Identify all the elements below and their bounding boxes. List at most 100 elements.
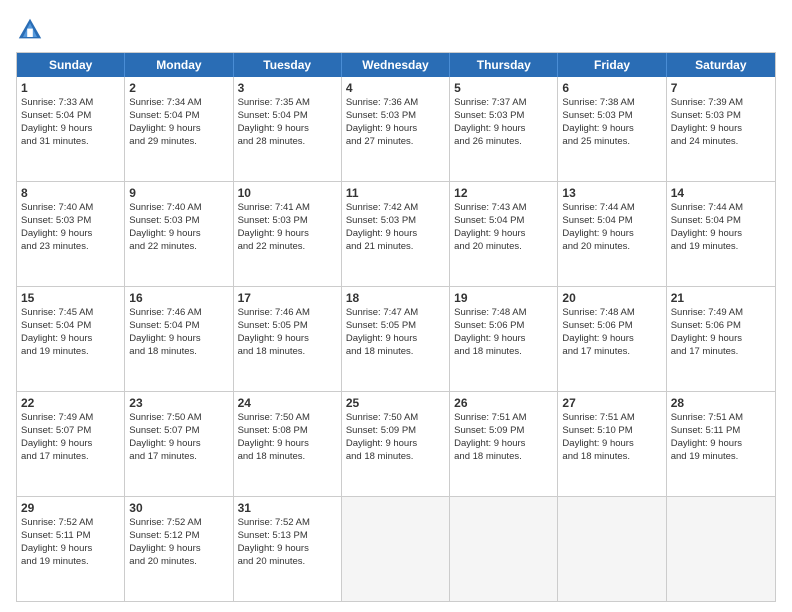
day-cell-20: 20Sunrise: 7:48 AMSunset: 5:06 PMDayligh… [558,287,666,391]
day-info-line: Sunrise: 7:44 AM [562,202,661,215]
day-info-line: Sunrise: 7:34 AM [129,97,228,110]
day-info-line: Sunset: 5:03 PM [562,110,661,123]
day-info-line: and 20 minutes. [454,241,553,254]
day-number: 9 [129,185,228,201]
day-cell-3: 3Sunrise: 7:35 AMSunset: 5:04 PMDaylight… [234,77,342,181]
day-number: 30 [129,500,228,516]
day-info-line: and 31 minutes. [21,136,120,149]
day-cell-23: 23Sunrise: 7:50 AMSunset: 5:07 PMDayligh… [125,392,233,496]
day-info-line: and 17 minutes. [562,346,661,359]
day-info-line: and 24 minutes. [671,136,771,149]
header-day-tuesday: Tuesday [234,53,342,77]
day-info-line: and 18 minutes. [238,346,337,359]
day-info-line: and 17 minutes. [21,451,120,464]
day-info-line: and 19 minutes. [21,556,120,569]
day-info-line: Sunrise: 7:45 AM [21,307,120,320]
day-info-line: Sunrise: 7:36 AM [346,97,445,110]
empty-cell [558,497,666,601]
day-info-line: Sunset: 5:07 PM [129,425,228,438]
day-number: 28 [671,395,771,411]
day-info-line: Sunrise: 7:50 AM [346,412,445,425]
day-info-line: Sunrise: 7:49 AM [671,307,771,320]
day-info-line: Daylight: 9 hours [129,123,228,136]
day-info-line: Sunrise: 7:40 AM [21,202,120,215]
day-number: 17 [238,290,337,306]
day-info-line: and 18 minutes. [346,346,445,359]
day-info-line: Daylight: 9 hours [238,333,337,346]
day-info-line: and 22 minutes. [238,241,337,254]
day-cell-6: 6Sunrise: 7:38 AMSunset: 5:03 PMDaylight… [558,77,666,181]
day-number: 19 [454,290,553,306]
day-info-line: Daylight: 9 hours [21,543,120,556]
day-info-line: Sunset: 5:11 PM [21,530,120,543]
header-day-friday: Friday [558,53,666,77]
day-cell-28: 28Sunrise: 7:51 AMSunset: 5:11 PMDayligh… [667,392,775,496]
page: SundayMondayTuesdayWednesdayThursdayFrid… [0,0,792,612]
day-cell-15: 15Sunrise: 7:45 AMSunset: 5:04 PMDayligh… [17,287,125,391]
day-info-line: and 18 minutes. [454,451,553,464]
day-cell-14: 14Sunrise: 7:44 AMSunset: 5:04 PMDayligh… [667,182,775,286]
day-cell-22: 22Sunrise: 7:49 AMSunset: 5:07 PMDayligh… [17,392,125,496]
day-info-line: Sunset: 5:04 PM [238,110,337,123]
day-info-line: Sunset: 5:09 PM [346,425,445,438]
day-info-line: and 19 minutes. [671,451,771,464]
day-number: 10 [238,185,337,201]
day-info-line: Sunrise: 7:48 AM [454,307,553,320]
day-number: 11 [346,185,445,201]
day-info-line: Sunset: 5:13 PM [238,530,337,543]
day-info-line: and 20 minutes. [562,241,661,254]
day-info-line: Sunrise: 7:52 AM [129,517,228,530]
day-info-line: Sunrise: 7:52 AM [238,517,337,530]
day-cell-12: 12Sunrise: 7:43 AMSunset: 5:04 PMDayligh… [450,182,558,286]
day-cell-13: 13Sunrise: 7:44 AMSunset: 5:04 PMDayligh… [558,182,666,286]
header-day-sunday: Sunday [17,53,125,77]
day-info-line: Daylight: 9 hours [129,543,228,556]
day-info-line: and 19 minutes. [671,241,771,254]
week-row-4: 22Sunrise: 7:49 AM Sunset: 5:07 PM Dayligh… [17,391,775,496]
day-info-line: Sunrise: 7:47 AM [346,307,445,320]
day-info-line: Sunset: 5:04 PM [129,110,228,123]
calendar: SundayMondayTuesdayWednesdayThursdayFrid… [16,52,776,602]
day-info-line: Daylight: 9 hours [21,438,120,451]
day-number: 22 [21,395,120,411]
day-info-line: Sunrise: 7:42 AM [346,202,445,215]
day-info-line: Sunset: 5:04 PM [21,320,120,333]
day-info-line: Sunset: 5:03 PM [346,215,445,228]
day-number: 3 [238,80,337,96]
day-info-line: Daylight: 9 hours [671,438,771,451]
day-info-line: and 18 minutes. [562,451,661,464]
day-cell-19: 19Sunrise: 7:48 AMSunset: 5:06 PMDayligh… [450,287,558,391]
day-info-line: Daylight: 9 hours [454,438,553,451]
calendar-body: 1Sunrise: 7:33 AMSunset: 5:04 PMDaylight… [17,77,775,601]
day-info-line: Sunset: 5:12 PM [129,530,228,543]
day-info-line: Sunrise: 7:51 AM [671,412,771,425]
week-row-2: 8Sunrise: 7:40 AMSunset: 5:03 PMDaylight… [17,181,775,286]
day-info-line: Sunset: 5:03 PM [454,110,553,123]
day-info-line: Sunset: 5:05 PM [346,320,445,333]
day-info-line: Sunrise: 7:43 AM [454,202,553,215]
day-cell-16: 16Sunrise: 7:46 AMSunset: 5:04 PMDayligh… [125,287,233,391]
day-info-line: Sunrise: 7:50 AM [129,412,228,425]
day-number: 18 [346,290,445,306]
day-info-line: Sunrise: 7:48 AM [562,307,661,320]
day-info-line: and 17 minutes. [671,346,771,359]
day-info-line: Sunset: 5:04 PM [671,215,771,228]
day-info-line: Sunrise: 7:38 AM [562,97,661,110]
day-cell-5: 5Sunrise: 7:37 AMSunset: 5:03 PMDaylight… [450,77,558,181]
header-day-thursday: Thursday [450,53,558,77]
day-number: 1 [21,80,120,96]
day-info-line: Sunrise: 7:49 AM [21,412,120,425]
day-info-line: Daylight: 9 hours [671,228,771,241]
day-info-line: Daylight: 9 hours [346,333,445,346]
day-cell-18: 18Sunrise: 7:47 AMSunset: 5:05 PMDayligh… [342,287,450,391]
day-info-line: Sunrise: 7:37 AM [454,97,553,110]
day-info-line: and 23 minutes. [21,241,120,254]
day-number: 20 [562,290,661,306]
day-number: 13 [562,185,661,201]
day-info-line: and 22 minutes. [129,241,228,254]
logo-icon [16,16,44,44]
day-info-line: Sunrise: 7:41 AM [238,202,337,215]
day-info-line: Daylight: 9 hours [238,228,337,241]
day-info-line: Sunrise: 7:40 AM [129,202,228,215]
calendar-header: SundayMondayTuesdayWednesdayThursdayFrid… [17,53,775,77]
